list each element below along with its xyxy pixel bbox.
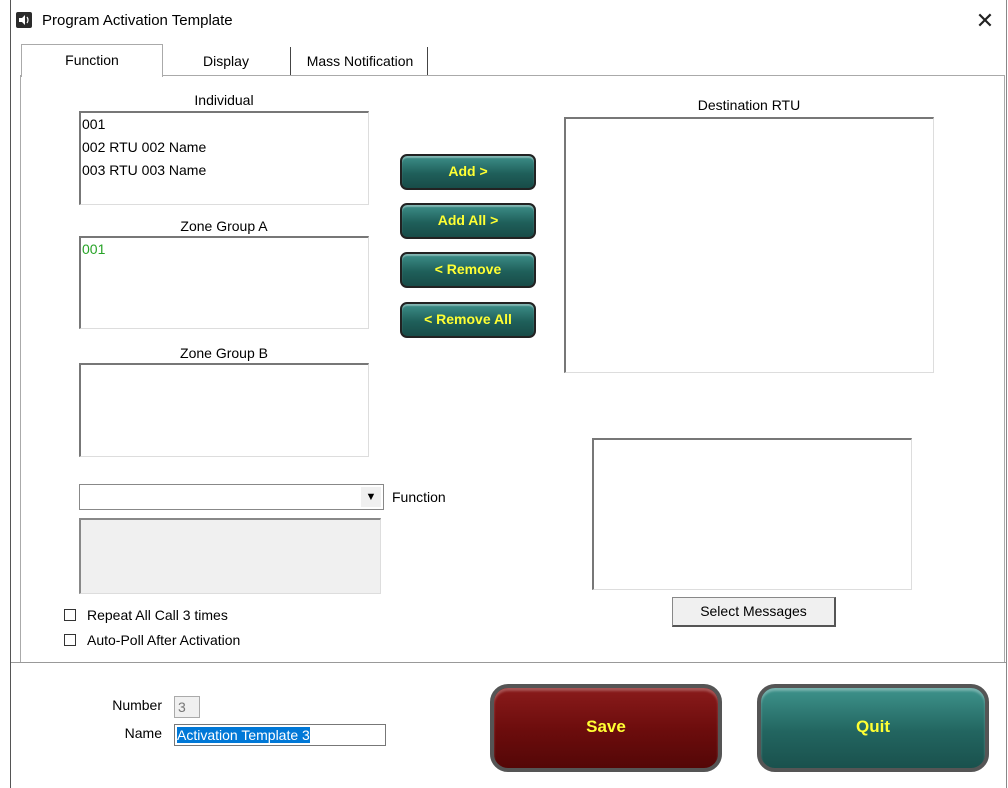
- zone-group-a-list[interactable]: 001: [79, 236, 369, 329]
- select-messages-button[interactable]: Select Messages: [672, 597, 836, 627]
- close-icon[interactable]: ✕: [970, 8, 1000, 34]
- remove-button[interactable]: < Remove: [400, 252, 536, 288]
- tab-function[interactable]: Function: [21, 44, 163, 77]
- messages-list[interactable]: [592, 438, 912, 590]
- repeat-all-call-label: Repeat All Call 3 times: [87, 607, 228, 623]
- window-border: [1006, 0, 1007, 788]
- number-label: Number: [112, 697, 162, 713]
- save-button[interactable]: Save: [490, 684, 722, 772]
- remove-all-button[interactable]: < Remove All: [400, 302, 536, 338]
- list-item[interactable]: 002 RTU 002 Name: [81, 136, 368, 159]
- zone-group-b-label: Zone Group B: [180, 345, 268, 361]
- divider: [11, 662, 1006, 663]
- list-item[interactable]: 001: [81, 238, 368, 261]
- function-select[interactable]: ▼: [79, 484, 384, 510]
- destination-rtu-list[interactable]: [564, 117, 934, 373]
- name-label: Name: [124, 725, 162, 741]
- auto-poll-label: Auto-Poll After Activation: [87, 632, 241, 648]
- quit-button[interactable]: Quit: [757, 684, 989, 772]
- tab-display[interactable]: Display: [162, 47, 291, 75]
- window-border: [10, 0, 11, 788]
- individual-list[interactable]: 001 002 RTU 002 Name 003 RTU 003 Name: [79, 111, 369, 205]
- list-item[interactable]: 001: [81, 113, 368, 136]
- window-title: Program Activation Template: [42, 12, 233, 29]
- name-input[interactable]: Activation Template 3: [174, 724, 386, 746]
- tab-mass-notification[interactable]: Mass Notification: [293, 47, 428, 75]
- list-item[interactable]: 003 RTU 003 Name: [81, 159, 368, 182]
- number-field: 3: [174, 696, 200, 718]
- individual-label: Individual: [194, 92, 254, 108]
- destination-rtu-label: Destination RTU: [697, 97, 801, 113]
- name-input-value: Activation Template 3: [177, 727, 310, 743]
- auto-poll-checkbox[interactable]: [64, 634, 76, 646]
- dropdown-arrow-icon[interactable]: ▼: [361, 487, 381, 507]
- add-button[interactable]: Add >: [400, 154, 536, 190]
- add-all-button[interactable]: Add All >: [400, 203, 536, 239]
- function-label: Function: [392, 489, 446, 505]
- speaker-icon: [16, 12, 32, 28]
- function-details-box: [79, 518, 381, 594]
- zone-group-b-list[interactable]: [79, 363, 369, 457]
- repeat-all-call-checkbox[interactable]: [64, 609, 76, 621]
- zone-group-a-label: Zone Group A: [180, 218, 268, 234]
